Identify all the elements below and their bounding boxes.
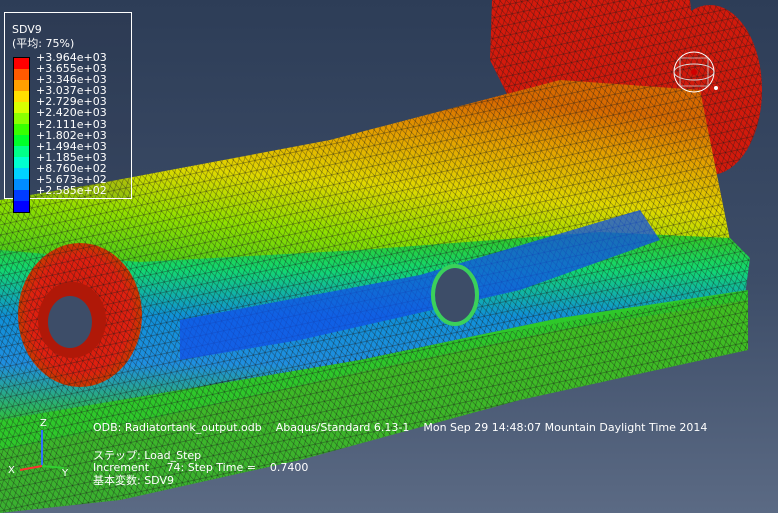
legend-swatch <box>14 201 29 212</box>
legend-swatch <box>14 80 29 91</box>
legend-swatch <box>14 91 29 102</box>
legend-swatch <box>14 135 29 146</box>
legend-swatch <box>14 190 29 201</box>
legend-swatch <box>14 69 29 80</box>
legend-swatch <box>14 157 29 168</box>
legend-swatch <box>14 168 29 179</box>
legend-color-bar <box>13 57 30 213</box>
triad-y-label: Y <box>62 468 69 479</box>
legend-swatch <box>14 58 29 69</box>
legend-value-labels: +3.964e+03 +3.655e+03 +3.346e+03 +3.037e+03… <box>36 52 107 196</box>
viewport[interactable]: SDV9 (平均: 75%) +3.964e+03 +3.655e+03 +3.34… <box>0 0 778 513</box>
legend-value-label: +2.420e+03 <box>36 106 107 120</box>
legend-swatch <box>14 113 29 124</box>
legend-value-label: +2.111e+03 <box>36 117 107 131</box>
increment-info-text: Increment 74: Step Time = 0.7400 <box>93 461 309 474</box>
legend-swatch <box>14 124 29 135</box>
legend-swatch <box>14 102 29 113</box>
variable-info-text: 基本変数: SDV9 <box>93 474 174 487</box>
triad-x-label: X <box>8 465 15 476</box>
legend-title: SDV9 <box>12 23 42 36</box>
odb-info-text: ODB: Radiatortank_output.odb Abaqus/Stan… <box>93 421 708 434</box>
legend-swatch <box>14 146 29 157</box>
view-orientation-icon[interactable] <box>666 44 726 96</box>
legend-subtitle: (平均: 75%) <box>12 37 75 50</box>
legend-value-label: +2.585e+02 <box>36 184 107 198</box>
triad-z-label: Z <box>40 418 47 429</box>
legend-swatch <box>14 179 29 190</box>
